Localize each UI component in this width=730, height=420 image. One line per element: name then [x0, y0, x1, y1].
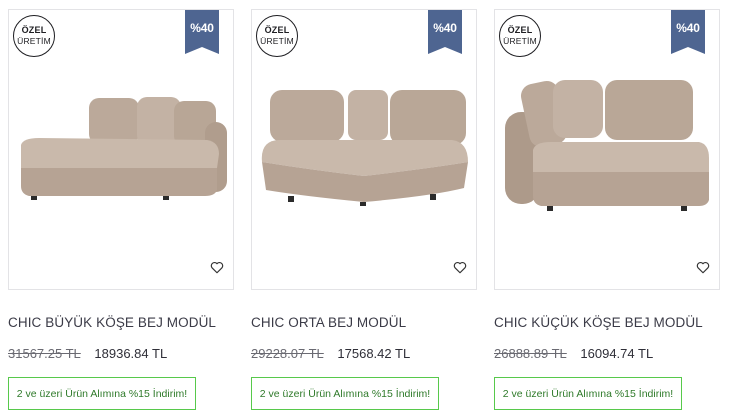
- sofa-image-large-corner: [21, 97, 227, 200]
- new-price: 18936.84 TL: [94, 346, 168, 361]
- old-price: 29228.07 TL: [251, 346, 324, 361]
- heart-outline-icon[interactable]: [453, 261, 467, 274]
- discount-badge: %40: [671, 10, 705, 54]
- product-name[interactable]: CHIC BÜYÜK KÖŞE BEJ MODÜL: [8, 315, 234, 330]
- discount-badge: %40: [185, 10, 219, 54]
- heart-outline-icon[interactable]: [210, 261, 224, 274]
- promo-box: 2 ve üzeri Ürün Alımına %15 İndirim!: [251, 377, 439, 410]
- discount-badge: %40: [428, 10, 462, 54]
- heart-outline-icon[interactable]: [696, 261, 710, 274]
- badge-line-top: ÖZEL: [507, 25, 533, 36]
- product-card[interactable]: ÖZEL ÜRETİM %40: [8, 9, 234, 414]
- product-name[interactable]: CHIC ORTA BEJ MODÜL: [251, 315, 477, 330]
- product-card[interactable]: ÖZEL ÜRETİM %40 CHIC ORTA BEJ MODÜL 2922…: [251, 9, 477, 414]
- price-row: 31567.25 TL 18936.84 TL: [8, 346, 167, 361]
- sofa-image-small-corner: [505, 80, 709, 211]
- product-image-frame[interactable]: ÖZEL ÜRETİM %40: [8, 9, 234, 290]
- old-price: 26888.89 TL: [494, 346, 567, 361]
- badge-line-bottom: ÜRETİM: [17, 36, 51, 47]
- promo-box: 2 ve üzeri Ürün Alımına %15 İndirim!: [494, 377, 682, 410]
- promo-box: 2 ve üzeri Ürün Alımına %15 İndirim!: [8, 377, 196, 410]
- sofa-image-middle: [261, 90, 468, 206]
- product-card[interactable]: ÖZEL ÜRETİM %40: [494, 9, 720, 414]
- old-price: 31567.25 TL: [8, 346, 81, 361]
- price-row: 29228.07 TL 17568.42 TL: [251, 346, 410, 361]
- badge-line-bottom: ÜRETİM: [260, 36, 294, 47]
- product-image-frame[interactable]: ÖZEL ÜRETİM %40: [251, 9, 477, 290]
- new-price: 16094.74 TL: [580, 346, 654, 361]
- badge-line-top: ÖZEL: [264, 25, 290, 36]
- product-name[interactable]: CHIC KÜÇÜK KÖŞE BEJ MODÜL: [494, 315, 720, 330]
- price-row: 26888.89 TL 16094.74 TL: [494, 346, 653, 361]
- badge-line-bottom: ÜRETİM: [503, 36, 537, 47]
- product-grid: ÖZEL ÜRETİM %40 CHIC BÜYÜK KÖŞE BEJ MODÜ…: [0, 0, 730, 420]
- new-price: 17568.42 TL: [337, 346, 411, 361]
- badge-line-top: ÖZEL: [21, 25, 47, 36]
- product-image-frame[interactable]: ÖZEL ÜRETİM %40: [494, 9, 720, 290]
